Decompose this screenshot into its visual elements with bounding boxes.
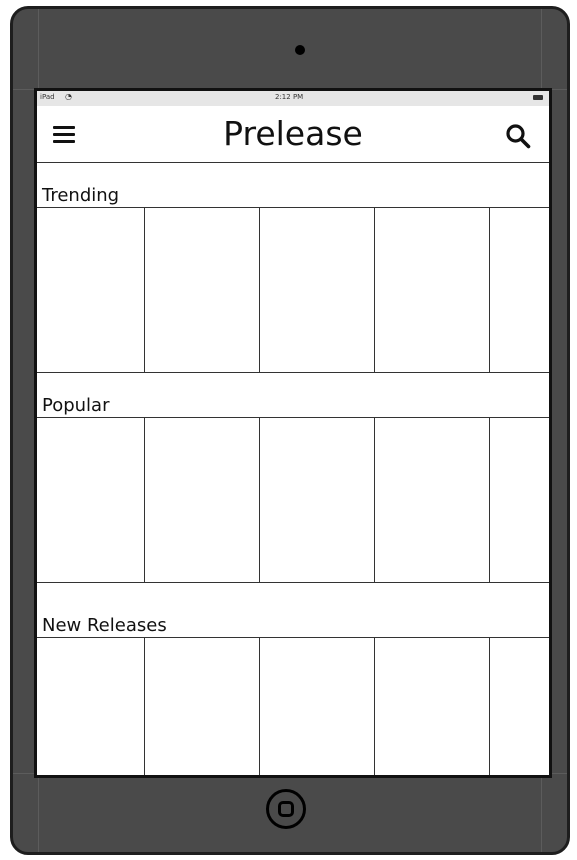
section-label-new-releases: New Releases [42,615,167,636]
carrier-label: iPad [40,93,55,101]
media-tile[interactable] [37,418,145,582]
media-tile[interactable] [145,418,260,582]
media-tile[interactable] [375,208,490,372]
media-tile[interactable] [375,638,490,775]
media-tile[interactable] [490,638,549,775]
section-header-popular: Popular [37,373,549,418]
section-header-new-releases: New Releases [37,583,549,638]
wifi-icon: ◔ [65,92,72,101]
media-tile[interactable] [490,418,549,582]
app-title: Prelease [223,114,363,153]
status-time: 2:12 PM [275,93,304,101]
trending-carousel[interactable] [37,208,549,373]
top-navbar: Prelease [37,106,549,163]
new-releases-carousel[interactable] [37,638,549,775]
home-button[interactable] [266,789,306,829]
home-button-icon [278,801,294,817]
section-header-trending: Trending [37,163,549,208]
camera-dot [295,45,305,55]
media-tile[interactable] [375,418,490,582]
media-tile[interactable] [260,208,375,372]
popular-carousel[interactable] [37,418,549,583]
section-label-popular: Popular [42,395,110,416]
media-tile[interactable] [260,418,375,582]
media-tile[interactable] [490,208,549,372]
section-label-trending: Trending [42,185,120,206]
media-tile[interactable] [145,208,260,372]
media-tile[interactable] [260,638,375,775]
search-icon[interactable] [505,123,531,149]
app-screen: iPad ◔ 2:12 PM Prelease Trending Popular [34,88,552,778]
status-bar: iPad ◔ 2:12 PM [37,91,549,106]
media-tile[interactable] [145,638,260,775]
media-tile[interactable] [37,638,145,775]
battery-icon [533,95,543,100]
media-tile[interactable] [37,208,145,372]
